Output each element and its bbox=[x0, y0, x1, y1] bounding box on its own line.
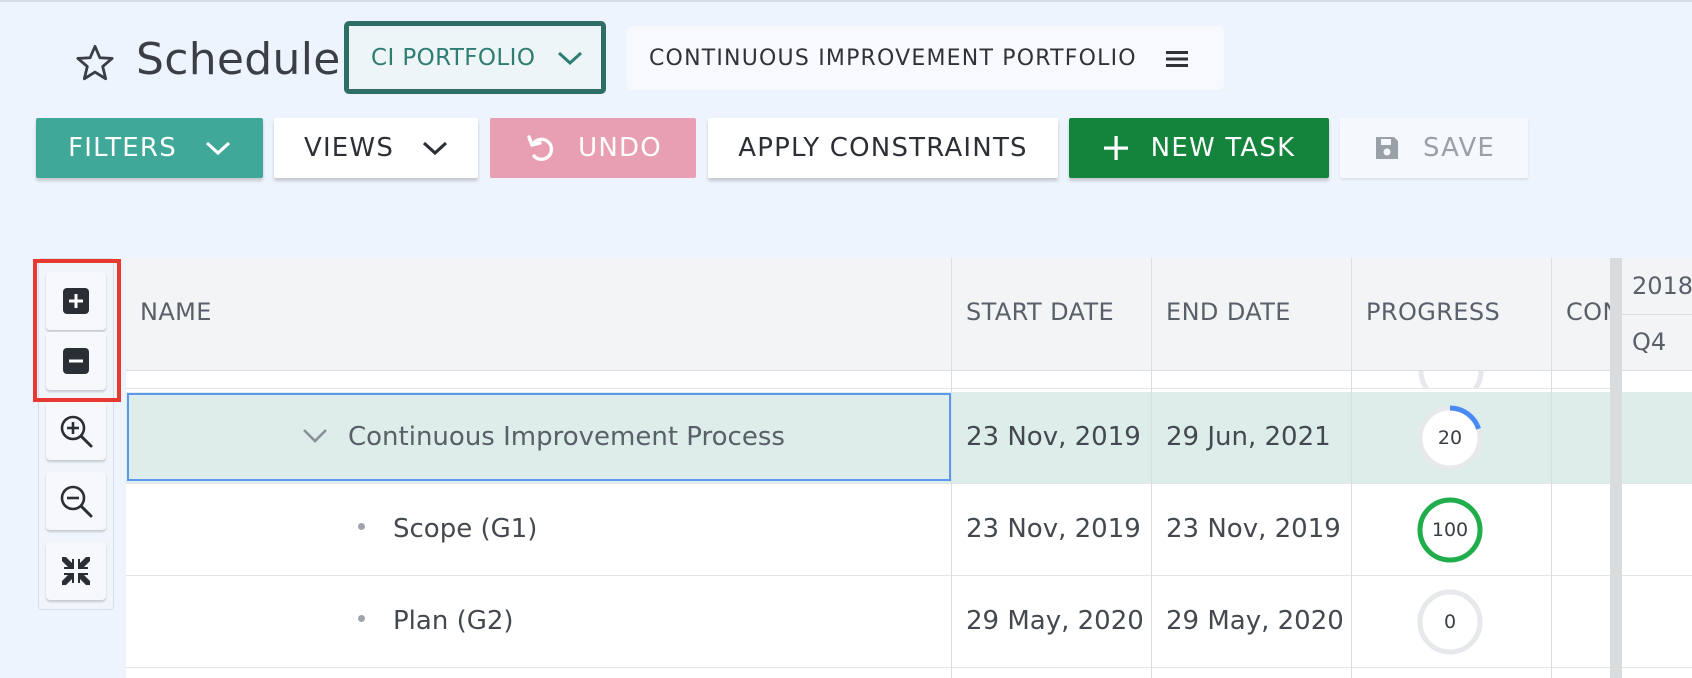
task-name-wrap[interactable]: Plan (G2) bbox=[358, 606, 514, 636]
task-start-date[interactable]: 29 May, 2020 bbox=[966, 606, 1144, 636]
views-button[interactable]: VIEWS bbox=[274, 118, 478, 178]
timeline-header: 2018 Q4 bbox=[1622, 258, 1692, 371]
undo-button-label: UNDO bbox=[578, 133, 662, 163]
zoom-to-fit-button[interactable] bbox=[46, 542, 106, 600]
zoom-to-fit-icon bbox=[62, 557, 90, 585]
zoom-out-icon bbox=[60, 485, 93, 518]
column-header-constraint[interactable]: CON bbox=[1566, 298, 1610, 326]
splitter-handle[interactable] bbox=[1610, 258, 1622, 678]
column-divider[interactable] bbox=[1351, 258, 1352, 678]
zoom-in-icon bbox=[60, 415, 93, 448]
progress-ring: 20 bbox=[1416, 404, 1484, 472]
undo-button[interactable]: UNDO bbox=[490, 118, 696, 178]
task-end-date[interactable]: 29 May, 2020 bbox=[1166, 606, 1344, 636]
zoom-out-button[interactable] bbox=[46, 472, 106, 530]
partial-row bbox=[126, 371, 1610, 389]
table-row[interactable]: Scope (G1) 23 Nov, 2019 23 Nov, 2019 100 bbox=[126, 484, 1692, 576]
task-name: Scope (G1) bbox=[393, 514, 538, 544]
progress-ring-partial bbox=[1418, 371, 1484, 389]
annotation-highlight-box bbox=[33, 259, 121, 402]
progress-ring: 100 bbox=[1416, 496, 1484, 564]
apply-constraints-button[interactable]: APPLY CONSTRAINTS bbox=[708, 118, 1058, 178]
save-button-label: SAVE bbox=[1422, 133, 1496, 163]
task-name[interactable]: Continuous Improvement Process bbox=[348, 422, 785, 452]
column-header-name[interactable]: NAME bbox=[140, 298, 212, 326]
portfolio-name-label: CONTINUOUS IMPROVEMENT PORTFOLIO bbox=[649, 45, 1137, 71]
task-name: Plan (G2) bbox=[393, 606, 514, 636]
column-divider[interactable] bbox=[1551, 258, 1552, 678]
table-row[interactable]: Continuous Improvement Process 23 Nov, 2… bbox=[126, 392, 1692, 484]
portfolio-dropdown[interactable]: CI PORTFOLIO bbox=[344, 21, 606, 94]
chevron-down-icon[interactable] bbox=[302, 428, 328, 444]
bullet-icon bbox=[358, 615, 365, 622]
table-row[interactable]: Plan (G2) 29 May, 2020 29 May, 2020 0 bbox=[126, 576, 1692, 668]
page-title: Schedule bbox=[136, 34, 341, 85]
chevron-down-icon bbox=[205, 141, 230, 156]
filters-button-label: FILTERS bbox=[68, 133, 177, 163]
column-header-end-date[interactable]: END DATE bbox=[1166, 298, 1291, 326]
timeline-divider bbox=[1622, 314, 1692, 315]
apply-constraints-label: APPLY CONSTRAINTS bbox=[738, 133, 1028, 163]
task-name-wrap[interactable]: Scope (G1) bbox=[358, 514, 537, 544]
timeline-year: 2018 bbox=[1632, 272, 1692, 300]
progress-value: 20 bbox=[1437, 427, 1463, 449]
new-task-button[interactable]: NEW TASK bbox=[1069, 118, 1329, 178]
task-start-date[interactable]: 23 Nov, 2019 bbox=[966, 514, 1141, 544]
views-button-label: VIEWS bbox=[303, 133, 395, 163]
favorite-star-icon[interactable] bbox=[74, 42, 116, 84]
column-divider[interactable] bbox=[1151, 258, 1152, 678]
bullet-icon bbox=[358, 523, 365, 530]
progress-ring: 0 bbox=[1416, 588, 1484, 656]
top-border bbox=[0, 0, 1692, 2]
column-header-start-date[interactable]: START DATE bbox=[966, 298, 1114, 326]
schedule-grid: NAME START DATE END DATE PROGRESS CON Co… bbox=[126, 258, 1692, 678]
progress-value: 0 bbox=[1443, 611, 1457, 633]
column-divider[interactable] bbox=[951, 258, 952, 678]
zoom-in-button[interactable] bbox=[46, 402, 106, 460]
filters-button[interactable]: FILTERS bbox=[36, 118, 263, 178]
task-end-date[interactable]: 23 Nov, 2019 bbox=[1166, 514, 1341, 544]
undo-icon bbox=[527, 135, 554, 162]
chevron-down-icon bbox=[422, 141, 448, 156]
timeline-quarter: Q4 bbox=[1632, 328, 1667, 356]
save-button[interactable]: SAVE bbox=[1340, 118, 1528, 178]
new-task-label: NEW TASK bbox=[1150, 133, 1296, 163]
chevron-down-icon bbox=[557, 51, 583, 66]
grid-header: NAME START DATE END DATE PROGRESS CON bbox=[126, 258, 1692, 371]
task-end-date[interactable]: 29 Jun, 2021 bbox=[1166, 422, 1331, 452]
plus-icon bbox=[1103, 136, 1128, 160]
progress-value: 100 bbox=[1431, 519, 1469, 541]
task-start-date[interactable]: 23 Nov, 2019 bbox=[966, 422, 1141, 452]
save-disk-icon bbox=[1375, 137, 1398, 159]
portfolio-dropdown-label: CI PORTFOLIO bbox=[371, 44, 536, 71]
portfolio-name-bar[interactable]: CONTINUOUS IMPROVEMENT PORTFOLIO bbox=[627, 26, 1224, 90]
column-header-progress[interactable]: PROGRESS bbox=[1366, 298, 1500, 326]
hamburger-menu-icon[interactable] bbox=[1166, 50, 1188, 68]
